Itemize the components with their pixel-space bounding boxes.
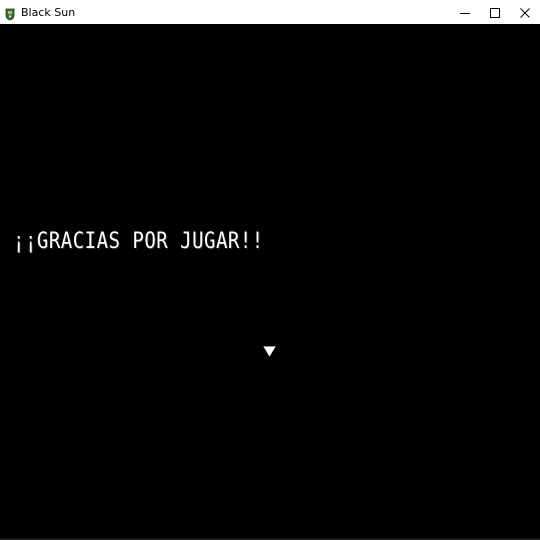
game-screen[interactable]: ¡¡GRACIAS POR JUGAR!! [0, 24, 540, 540]
maximize-button[interactable] [480, 0, 510, 24]
down-triangle-icon[interactable] [263, 342, 276, 357]
minimize-icon [460, 3, 470, 22]
title-bar[interactable]: Black Sun [0, 0, 540, 24]
close-button[interactable] [510, 0, 540, 24]
game-app-icon [5, 6, 15, 20]
maximize-icon [490, 3, 500, 22]
window-title: Black Sun [21, 5, 76, 19]
close-icon [520, 3, 530, 22]
end-message: ¡¡GRACIAS POR JUGAR!! [13, 228, 264, 254]
game-window: Black Sun ¡¡GRACIAS POR JUGAR!! [0, 0, 540, 540]
minimize-button[interactable] [450, 0, 480, 24]
window-controls [450, 0, 540, 24]
